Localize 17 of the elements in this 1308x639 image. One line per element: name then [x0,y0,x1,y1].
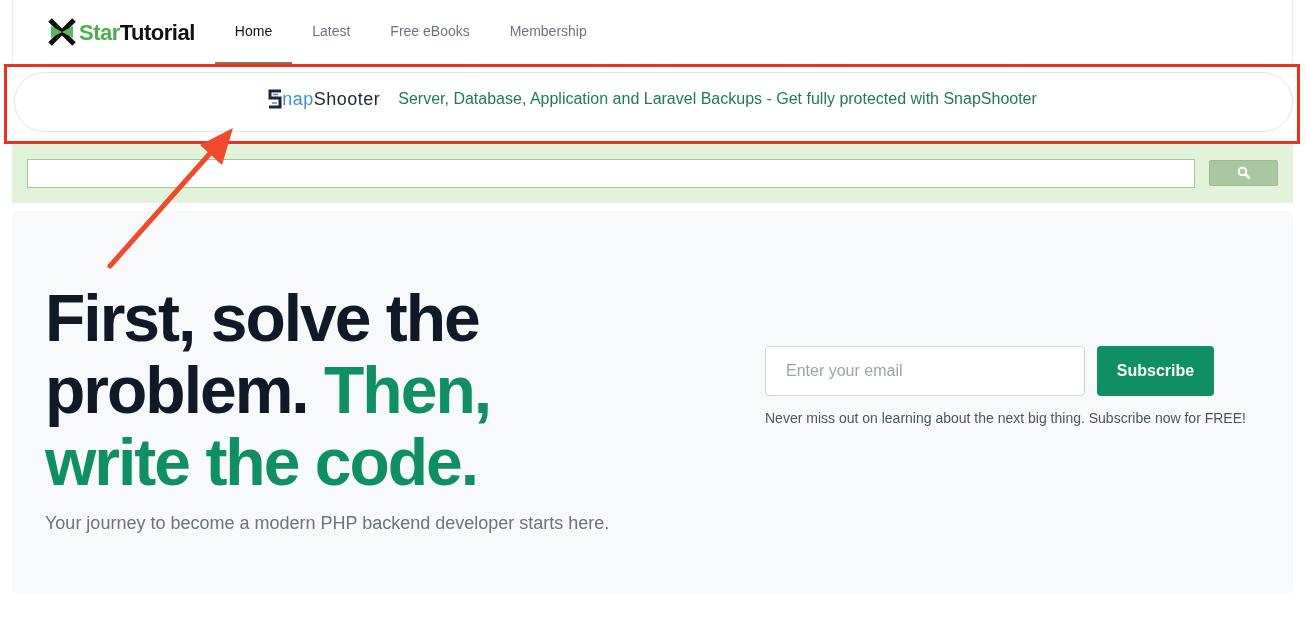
search-field[interactable] [27,158,1196,188]
subscribe-note: Never miss out on learning about the next big thing. Subscribe now for FREE! [765,409,1246,428]
logo-icon [47,17,77,47]
logo-text[interactable]: StarTutorial [79,15,195,49]
nav-tab[interactable]: Membership [489,0,607,64]
brand-logo-icon [268,89,283,109]
sponsor-link[interactable]: Server, Database, Application and Laravel Backups - Get fully protected with SnapShooter [398,87,1037,111]
search-icon [1236,166,1251,180]
headline: First, solve the problem. Then, write the code. [45,282,492,498]
nav-tab[interactable]: Free eBooks [370,0,490,64]
search-button[interactable] [1209,160,1278,186]
email-field[interactable]: Enter your email [765,346,1085,396]
nav-tab[interactable]: Latest [292,0,371,64]
nav-tab[interactable]: Home [214,0,293,64]
subscribe-button[interactable]: Subscribe [1097,346,1214,396]
brand-name: napShooter [282,87,381,111]
tagline: Your journey to become a modern PHP backend developer starts here. [45,512,611,535]
